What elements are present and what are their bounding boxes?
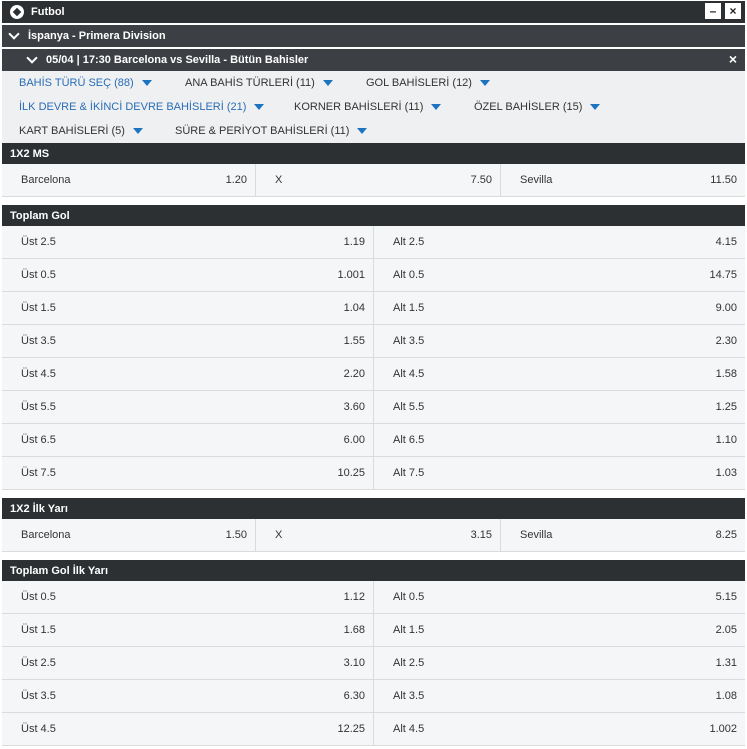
- dropdown-arrow-icon: [590, 104, 601, 110]
- table-row: Üst 7.5 10.25 Alt 7.5 1.03: [2, 457, 745, 490]
- sport-header: Futbol – ×: [2, 1, 745, 23]
- odds-cell-under[interactable]: Alt 6.5 1.10: [373, 424, 745, 456]
- table-row: Üst 6.5 6.00 Alt 6.5 1.10: [2, 424, 745, 457]
- dropdown-arrow-icon: [254, 104, 265, 110]
- close-icon[interactable]: ×: [729, 51, 737, 67]
- odds-cell-under[interactable]: Alt 4.5 1.58: [373, 358, 745, 390]
- odds-cell-under[interactable]: Alt 2.5 1.31: [373, 647, 745, 679]
- market-header: 1X2 MS: [2, 143, 745, 164]
- table-row: Üst 1.5 1.68 Alt 1.5 2.05: [2, 614, 745, 647]
- odds-cell-under[interactable]: Alt 0.5 5.15: [373, 581, 745, 613]
- chevron-down-icon: [26, 52, 38, 64]
- odds-cell-over[interactable]: Üst 4.5 2.20: [2, 358, 373, 390]
- event-header[interactable]: 05/04 | 17:30 Barcelona vs Sevilla - Büt…: [2, 49, 745, 71]
- table-row: Üst 3.5 6.30 Alt 3.5 1.08: [2, 680, 745, 713]
- dropdown-arrow-icon: [141, 80, 152, 86]
- table-row: Üst 0.5 1.001 Alt 0.5 14.75: [2, 259, 745, 292]
- bet-type-filters: BAHİS TÜRÜ SEÇ (88) ANA BAHİS TÜRLERİ (1…: [2, 71, 745, 143]
- odds-cell-over[interactable]: Üst 3.5 1.55: [2, 325, 373, 357]
- minimize-button[interactable]: –: [705, 3, 721, 19]
- odds-cell-draw[interactable]: X 3.15: [255, 519, 500, 551]
- odds-cell-over[interactable]: Üst 5.5 3.60: [2, 391, 373, 423]
- filter-card-bets[interactable]: KART BAHİSLERİ (5): [19, 125, 143, 137]
- odds-cell-over[interactable]: Üst 4.5 12.25: [2, 713, 373, 745]
- odds-cell-over[interactable]: Üst 0.5 1.001: [2, 259, 373, 291]
- dropdown-arrow-icon: [357, 128, 368, 134]
- league-header[interactable]: İspanya - Primera Division: [2, 25, 745, 47]
- filter-corner-bets[interactable]: KORNER BAHİSLERİ (11): [294, 101, 442, 113]
- event-title: 05/04 | 17:30 Barcelona vs Sevilla - Büt…: [46, 54, 309, 66]
- table-row: Üst 0.5 1.12 Alt 0.5 5.15: [2, 581, 745, 614]
- odds-cell-under[interactable]: Alt 0.5 14.75: [373, 259, 745, 291]
- table-row: Üst 4.5 2.20 Alt 4.5 1.58: [2, 358, 745, 391]
- filter-period-bets[interactable]: SÜRE & PERİYOT BAHİSLERİ (11): [175, 125, 368, 137]
- market-header: 1X2 İlk Yarı: [2, 498, 745, 519]
- odds-cell-under[interactable]: Alt 3.5 2.30: [373, 325, 745, 357]
- soccer-ball-icon: [10, 5, 24, 19]
- odds-cell-under[interactable]: Alt 7.5 1.03: [373, 457, 745, 489]
- filter-bet-type-select[interactable]: BAHİS TÜRÜ SEÇ (88): [19, 77, 152, 89]
- odds-cell-under[interactable]: Alt 1.5 2.05: [373, 614, 745, 646]
- filter-main-bets[interactable]: ANA BAHİS TÜRLERİ (11): [185, 77, 333, 89]
- odds-cell-draw[interactable]: X 7.50: [255, 164, 500, 196]
- chevron-down-icon: [8, 28, 20, 40]
- odds-cell-over[interactable]: Üst 0.5 1.12: [2, 581, 373, 613]
- odds-cell-under[interactable]: Alt 5.5 1.25: [373, 391, 745, 423]
- odds-cell-over[interactable]: Üst 7.5 10.25: [2, 457, 373, 489]
- dropdown-arrow-icon: [479, 80, 490, 86]
- odds-cell-over[interactable]: Üst 2.5 1.19: [2, 226, 373, 258]
- table-row: Üst 3.5 1.55 Alt 3.5 2.30: [2, 325, 745, 358]
- odds-cell-away[interactable]: Sevilla 11.50: [500, 164, 745, 196]
- sport-title: Futbol: [31, 6, 65, 18]
- odds-cell-over[interactable]: Üst 1.5 1.04: [2, 292, 373, 324]
- odds-cell-over[interactable]: Üst 3.5 6.30: [2, 680, 373, 712]
- close-button[interactable]: ×: [725, 3, 741, 19]
- odds-cell-home[interactable]: Barcelona 1.50: [2, 519, 255, 551]
- table-row: Üst 5.5 3.60 Alt 5.5 1.25: [2, 391, 745, 424]
- odds-cell-under[interactable]: Alt 2.5 4.15: [373, 226, 745, 258]
- market-row: Barcelona 1.50 X 3.15 Sevilla 8.25: [2, 519, 745, 552]
- table-row: Üst 1.5 1.04 Alt 1.5 9.00: [2, 292, 745, 325]
- odds-cell-home[interactable]: Barcelona 1.20: [2, 164, 255, 196]
- odds-cell-over[interactable]: Üst 1.5 1.68: [2, 614, 373, 646]
- market-header: Toplam Gol İlk Yarı: [2, 560, 745, 581]
- dropdown-arrow-icon: [322, 80, 333, 86]
- league-title: İspanya - Primera Division: [28, 30, 166, 42]
- filter-goal-bets[interactable]: GOL BAHİSLERİ (12): [366, 77, 490, 89]
- odds-cell-under[interactable]: Alt 1.5 9.00: [373, 292, 745, 324]
- table-row: Üst 4.5 12.25 Alt 4.5 1.002: [2, 713, 745, 746]
- odds-cell-away[interactable]: Sevilla 8.25: [500, 519, 745, 551]
- odds-cell-over[interactable]: Üst 2.5 3.10: [2, 647, 373, 679]
- odds-cell-over[interactable]: Üst 6.5 6.00: [2, 424, 373, 456]
- market-row: Barcelona 1.20 X 7.50 Sevilla 11.50: [2, 164, 745, 197]
- table-row: Üst 2.5 3.10 Alt 2.5 1.31: [2, 647, 745, 680]
- dropdown-arrow-icon: [132, 128, 143, 134]
- odds-cell-under[interactable]: Alt 4.5 1.002: [373, 713, 745, 745]
- table-row: Üst 2.5 1.19 Alt 2.5 4.15: [2, 226, 745, 259]
- dropdown-arrow-icon: [431, 104, 442, 110]
- market-header: Toplam Gol: [2, 205, 745, 226]
- odds-cell-under[interactable]: Alt 3.5 1.08: [373, 680, 745, 712]
- filter-half-bets[interactable]: İLK DEVRE & İKİNCİ DEVRE BAHİSLERİ (21): [19, 101, 265, 113]
- filter-special-bets[interactable]: ÖZEL BAHİSLER (15): [474, 101, 601, 113]
